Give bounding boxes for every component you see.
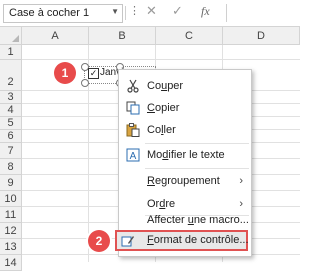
column-header-c[interactable]: C xyxy=(156,27,223,45)
menu-separator xyxy=(145,168,249,169)
divider xyxy=(125,6,126,20)
row-header-10[interactable]: 10 xyxy=(0,191,22,207)
svg-text:A: A xyxy=(130,151,137,162)
menu-item-cut[interactable]: Couper xyxy=(119,75,251,97)
row-header-13[interactable]: 13 xyxy=(0,239,22,255)
menu-item-edit-text[interactable]: A Modifier le texte xyxy=(119,144,251,166)
menu-item-label: Coller xyxy=(147,124,176,136)
menu-item-paste[interactable]: Coller xyxy=(119,119,251,141)
menu-item-label: Modifier le texte xyxy=(147,149,225,161)
insert-function-button[interactable]: fx xyxy=(201,4,210,19)
column-header-d[interactable]: D xyxy=(223,27,300,45)
more-options-icon[interactable]: ⋮ xyxy=(129,4,140,17)
checkbox[interactable]: ✓ xyxy=(88,68,99,79)
format-control-icon xyxy=(121,236,134,247)
select-all-corner[interactable] xyxy=(0,27,22,45)
resize-handle[interactable] xyxy=(81,79,89,87)
row-header-6[interactable]: 6 xyxy=(0,130,22,143)
row-header-7[interactable]: 7 xyxy=(0,143,22,159)
menu-item-group[interactable]: Regroupement › xyxy=(119,170,251,192)
row-header-9[interactable]: 9 xyxy=(0,175,22,191)
formula-bar: Case à cocher 1 ▼ ⋮ ✕ ✓ fx xyxy=(0,0,300,27)
select-all-icon xyxy=(12,35,19,42)
edit-text-icon: A xyxy=(126,148,140,162)
copy-icon xyxy=(126,101,140,115)
menu-item-label: Format de contrôle... xyxy=(147,234,249,246)
menu-item-label: Regroupement xyxy=(147,175,220,187)
grid-line xyxy=(22,59,300,60)
context-menu: Couper Copier Coller A Modifier le texte… xyxy=(118,69,252,257)
row-header-8[interactable]: 8 xyxy=(0,159,22,175)
menu-item-label: Copier xyxy=(147,102,180,114)
scissors-icon xyxy=(127,79,139,93)
name-box-value: Case à cocher 1 xyxy=(9,7,90,19)
paste-icon xyxy=(126,123,140,137)
column-header-b[interactable]: B xyxy=(89,27,156,45)
close-icon[interactable]: ✕ xyxy=(146,3,157,19)
menu-item-assign-macro[interactable]: Affecter une macro... xyxy=(119,209,251,231)
row-header-4[interactable]: 4 xyxy=(0,104,22,117)
step-badge-1: 1 xyxy=(54,62,76,84)
row-header-12[interactable]: 12 xyxy=(0,223,22,239)
menu-item-label: Couper xyxy=(147,80,184,92)
formula-input[interactable] xyxy=(226,4,301,22)
chevron-down-icon[interactable]: ▼ xyxy=(111,7,119,16)
menu-item-label: Affecter une macro... xyxy=(147,214,249,226)
menu-item-copy[interactable]: Copier xyxy=(119,97,251,119)
check-icon[interactable]: ✓ xyxy=(172,3,183,19)
row-header-11[interactable]: 11 xyxy=(0,207,22,223)
menu-item-format-control[interactable]: Format de contrôle... xyxy=(115,230,249,251)
name-box[interactable]: Case à cocher 1 ▼ xyxy=(3,4,123,23)
step-badge-2: 2 xyxy=(88,230,110,252)
row-header-1[interactable]: 1 xyxy=(0,45,22,60)
row-header-2[interactable]: 2 xyxy=(0,60,22,91)
column-header-a[interactable]: A xyxy=(22,27,89,45)
chevron-right-icon: › xyxy=(239,175,243,187)
row-header-5[interactable]: 5 xyxy=(0,117,22,130)
row-header-3[interactable]: 3 xyxy=(0,91,22,104)
row-header-14[interactable]: 14 xyxy=(0,255,22,271)
